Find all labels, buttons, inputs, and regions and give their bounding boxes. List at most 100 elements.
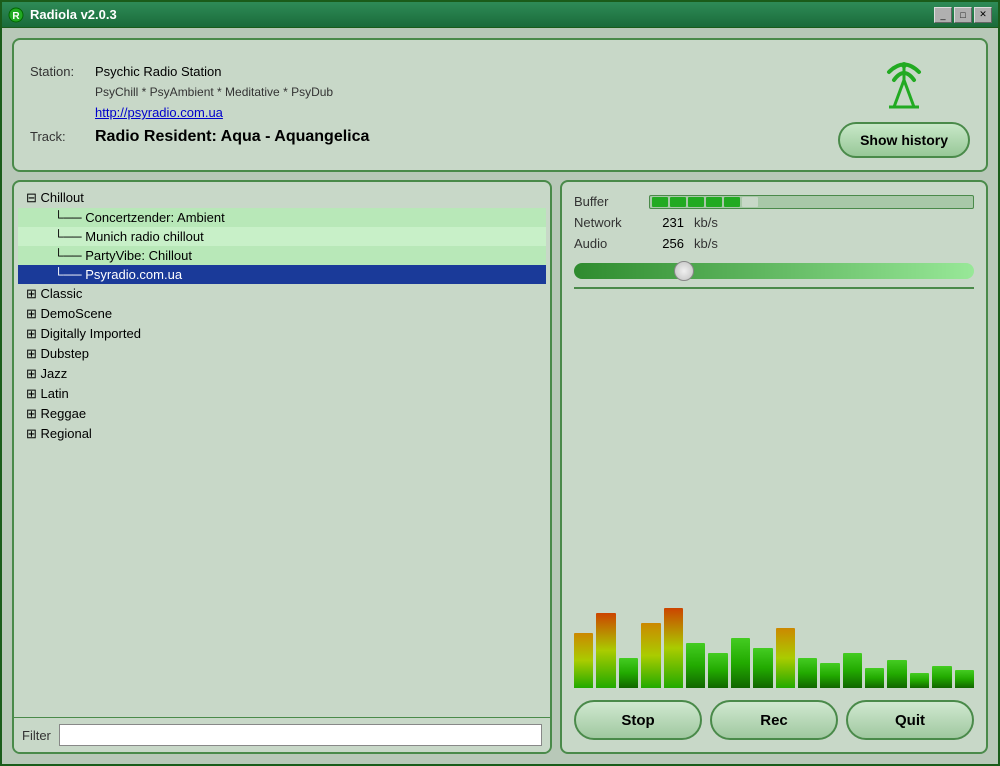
station-genres: PsyChill * PsyAmbient * Meditative * Psy… — [95, 85, 838, 99]
eq-bar-fill-1 — [596, 613, 615, 688]
tree-item-dubstep[interactable]: ⊞ Dubstep — [18, 344, 546, 364]
title-bar: R Radiola v2.0.3 _ □ ✕ — [2, 2, 998, 28]
buffer-seg-4 — [706, 197, 722, 207]
station-row: Station: Psychic Radio Station — [30, 64, 838, 79]
eq-bar-fill-17 — [955, 670, 974, 688]
tree-item-latin[interactable]: ⊞ Latin — [18, 384, 546, 404]
eq-bar-fill-0 — [574, 633, 593, 688]
eq-bar-16 — [932, 588, 951, 688]
eq-bar-fill-12 — [843, 653, 862, 688]
content-area: Station: Psychic Radio Station PsyChill … — [2, 28, 998, 764]
buffer-seg-1 — [652, 197, 668, 207]
eq-bar-17 — [955, 588, 974, 688]
eq-bar-3 — [641, 588, 660, 688]
eq-bar-fill-15 — [910, 673, 929, 688]
tree-item-demoscene[interactable]: ⊞ DemoScene — [18, 304, 546, 324]
audio-unit: kb/s — [694, 236, 718, 251]
title-bar-controls: _ □ ✕ — [934, 7, 992, 23]
eq-bar-15 — [910, 588, 929, 688]
eq-bar-fill-10 — [798, 658, 817, 688]
window-title: Radiola v2.0.3 — [30, 7, 117, 22]
title-bar-left: R Radiola v2.0.3 — [8, 7, 117, 23]
network-row: Network 231 kb/s — [574, 215, 974, 230]
eq-bar-fill-3 — [641, 623, 660, 688]
tree-item-concertzender[interactable]: └── Concertzender: Ambient — [18, 208, 546, 227]
tree-item-psyradio[interactable]: └── Psyradio.com.ua — [18, 265, 546, 284]
eq-bar-8 — [753, 588, 772, 688]
buffer-seg-2 — [670, 197, 686, 207]
stop-button[interactable]: Stop — [574, 700, 702, 740]
minimize-button[interactable]: _ — [934, 7, 952, 23]
quit-button[interactable]: Quit — [846, 700, 974, 740]
eq-bar-11 — [820, 588, 839, 688]
volume-track[interactable] — [574, 263, 974, 279]
right-panel: Buffer Network 231 — [560, 180, 988, 754]
bottom-area: ⊟ Chillout└── Concertzender: Ambient└── … — [12, 180, 988, 754]
network-unit: kb/s — [694, 215, 718, 230]
station-name: Psychic Radio Station — [95, 64, 221, 79]
tree-item-munich[interactable]: └── Munich radio chillout — [18, 227, 546, 246]
eq-bar-fill-14 — [887, 660, 906, 688]
eq-bar-10 — [798, 588, 817, 688]
eq-bar-fill-11 — [820, 663, 839, 688]
eq-bar-4 — [664, 588, 683, 688]
station-panel: ⊟ Chillout└── Concertzender: Ambient└── … — [12, 180, 552, 754]
stats-section: Buffer Network 231 — [574, 194, 974, 251]
eq-bar-fill-5 — [686, 643, 705, 688]
station-list-container: ⊟ Chillout└── Concertzender: Ambient└── … — [14, 182, 550, 717]
station-tree[interactable]: ⊟ Chillout└── Concertzender: Ambient└── … — [14, 182, 550, 717]
station-label: Station: — [30, 64, 85, 79]
eq-bar-fill-4 — [664, 608, 683, 688]
show-history-button[interactable]: Show history — [838, 122, 970, 158]
info-right: Show history — [838, 52, 970, 158]
eq-bar-fill-16 — [932, 666, 951, 688]
volume-thumb[interactable] — [674, 261, 694, 281]
app-window: R Radiola v2.0.3 _ □ ✕ Station: Psychic … — [0, 0, 1000, 766]
rec-button[interactable]: Rec — [710, 700, 838, 740]
tree-item-reggae[interactable]: ⊞ Reggae — [18, 404, 546, 424]
app-icon: R — [8, 7, 24, 23]
buffer-seg-6 — [742, 197, 758, 207]
antenna-icon — [874, 52, 934, 112]
volume-slider-container[interactable] — [574, 263, 974, 279]
audio-row: Audio 256 kb/s — [574, 236, 974, 251]
buffer-row: Buffer — [574, 194, 974, 209]
eq-bar-fill-2 — [619, 658, 638, 688]
eq-bar-9 — [776, 588, 795, 688]
filter-input[interactable] — [59, 724, 542, 746]
network-value: 231 — [649, 215, 684, 230]
eq-bar-12 — [843, 588, 862, 688]
tree-item-jazz[interactable]: ⊞ Jazz — [18, 364, 546, 384]
network-label: Network — [574, 215, 639, 230]
eq-bar-fill-9 — [776, 628, 795, 688]
eq-bar-0 — [574, 588, 593, 688]
eq-bar-2 — [619, 588, 638, 688]
eq-bar-fill-8 — [753, 648, 772, 688]
buffer-seg-5 — [724, 197, 740, 207]
eq-bar-14 — [887, 588, 906, 688]
maximize-button[interactable]: □ — [954, 7, 972, 23]
station-url-link[interactable]: http://psyradio.com.ua — [95, 105, 838, 120]
close-button[interactable]: ✕ — [974, 7, 992, 23]
tree-item-regional[interactable]: ⊞ Regional — [18, 424, 546, 444]
eq-bar-7 — [731, 588, 750, 688]
buffer-seg-3 — [688, 197, 704, 207]
eq-bar-fill-13 — [865, 668, 884, 688]
svg-text:R: R — [12, 11, 20, 22]
tree-item-chillout[interactable]: ⊟ Chillout — [18, 188, 546, 208]
info-panel: Station: Psychic Radio Station PsyChill … — [12, 38, 988, 172]
track-row: Track: Radio Resident: Aqua - Aquangelic… — [30, 128, 838, 146]
tree-item-digitally[interactable]: ⊞ Digitally Imported — [18, 324, 546, 344]
tree-item-classic[interactable]: ⊞ Classic — [18, 284, 546, 304]
eq-container — [574, 287, 974, 688]
action-buttons: Stop Rec Quit — [574, 700, 974, 740]
audio-label: Audio — [574, 236, 639, 251]
eq-bar-6 — [708, 588, 727, 688]
buffer-label: Buffer — [574, 194, 639, 209]
tree-item-partyvibe[interactable]: └── PartyVibe: Chillout — [18, 246, 546, 265]
info-left: Station: Psychic Radio Station PsyChill … — [30, 64, 838, 146]
filter-label: Filter — [22, 728, 51, 743]
filter-bar: Filter — [14, 717, 550, 752]
eq-bar-13 — [865, 588, 884, 688]
eq-bar-fill-6 — [708, 653, 727, 688]
